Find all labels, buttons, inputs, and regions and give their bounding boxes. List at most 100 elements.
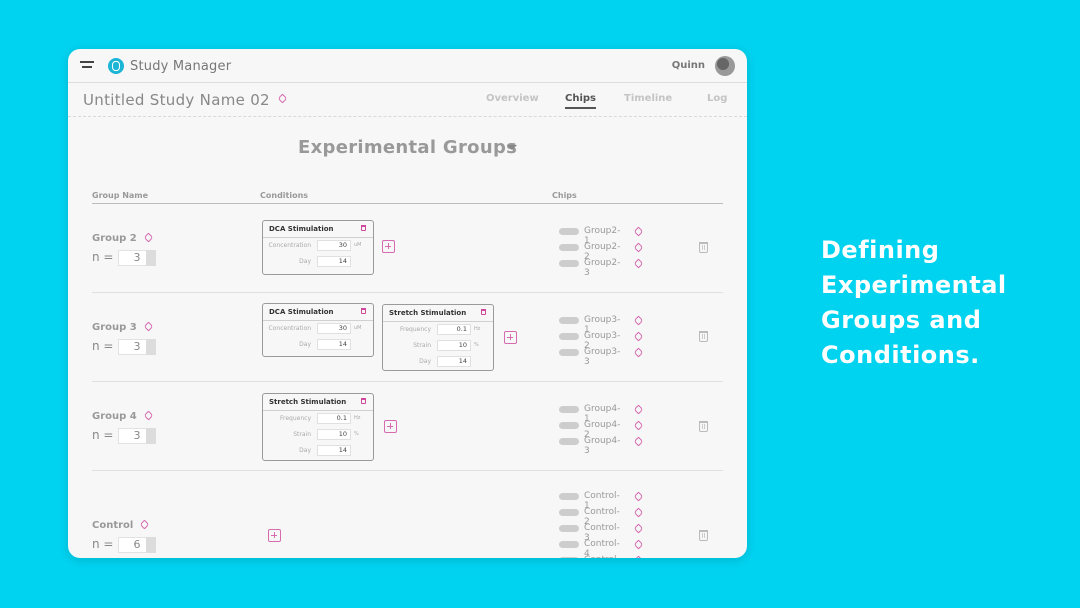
field-input[interactable]: 30 xyxy=(317,240,351,251)
field-label: Concentration xyxy=(268,242,311,249)
stepper-handle[interactable] xyxy=(146,537,156,553)
condition-title: DCA Stimulation xyxy=(269,308,334,316)
chip-icon xyxy=(559,493,579,500)
n-stepper[interactable]: 3 xyxy=(118,339,156,355)
field-input[interactable]: 14 xyxy=(317,445,351,456)
tab-chips[interactable]: Chips xyxy=(565,93,596,109)
edit-chip-icon[interactable] xyxy=(633,331,644,342)
chip-name: Group2-3 xyxy=(584,258,621,278)
tab-overview[interactable]: Overview xyxy=(486,93,539,107)
condition-card: Stretch Stimulation Frequency 0.1 Hz Strai… xyxy=(262,393,374,461)
edit-chip-icon[interactable] xyxy=(633,347,644,358)
section-title[interactable]: Experimental Groups xyxy=(298,137,517,158)
edit-chip-icon[interactable] xyxy=(633,555,644,558)
chevron-down-icon[interactable] xyxy=(507,145,517,150)
field-input[interactable]: 14 xyxy=(437,356,471,367)
delete-group-icon[interactable] xyxy=(699,421,708,432)
field-label: Concentration xyxy=(268,325,311,332)
field-label: Day xyxy=(299,447,311,454)
field-label: Frequency xyxy=(280,415,311,422)
field-unit: Hz xyxy=(354,415,361,421)
edit-group-name-icon[interactable] xyxy=(139,519,150,530)
edit-group-name-icon[interactable] xyxy=(143,321,154,332)
app-window: Study Manager Quinn Untitled Study Name … xyxy=(68,49,747,558)
chip-icon xyxy=(559,541,579,548)
edit-study-name-icon[interactable] xyxy=(277,93,288,104)
edit-chip-icon[interactable] xyxy=(633,491,644,502)
n-label: n = xyxy=(92,339,114,353)
field-input[interactable]: 0.1 xyxy=(317,413,351,424)
add-condition-icon[interactable] xyxy=(504,331,517,344)
delete-group-icon[interactable] xyxy=(699,331,708,342)
edit-chip-icon[interactable] xyxy=(633,436,644,447)
edit-chip-icon[interactable] xyxy=(633,507,644,518)
delete-group-icon[interactable] xyxy=(699,530,708,541)
chip-icon xyxy=(559,349,579,356)
chip-icon xyxy=(559,557,579,558)
group-name-label: Group 2 xyxy=(92,233,137,244)
n-label: n = xyxy=(92,250,114,264)
field-input[interactable]: 0.1 xyxy=(437,324,471,335)
field-label: Strain xyxy=(293,431,311,438)
group-row: Group 2 n = 3 DCA Stimulation Concentrat… xyxy=(92,204,723,293)
chip-icon xyxy=(559,333,579,340)
condition-title: Stretch Stimulation xyxy=(269,398,347,406)
condition-title: DCA Stimulation xyxy=(269,225,334,233)
n-label: n = xyxy=(92,537,114,551)
delete-group-icon[interactable] xyxy=(699,242,708,253)
n-stepper[interactable]: 3 xyxy=(118,250,156,266)
chip-name: Group4-3 xyxy=(584,436,621,456)
tab-timeline[interactable]: Timeline xyxy=(624,93,672,107)
add-condition-icon[interactable] xyxy=(382,240,395,253)
stepper-handle[interactable] xyxy=(146,250,156,266)
group-name-label: Group 4 xyxy=(92,411,137,422)
edit-group-name-icon[interactable] xyxy=(143,232,154,243)
edit-group-name-icon[interactable] xyxy=(143,410,154,421)
delete-condition-icon[interactable] xyxy=(361,398,366,404)
edit-chip-icon[interactable] xyxy=(633,315,644,326)
delete-condition-icon[interactable] xyxy=(361,225,366,231)
avatar[interactable] xyxy=(715,56,735,76)
edit-chip-icon[interactable] xyxy=(633,420,644,431)
field-input[interactable]: 14 xyxy=(317,256,351,267)
add-condition-icon[interactable] xyxy=(268,529,281,542)
stepper-handle[interactable] xyxy=(146,428,156,444)
n-stepper[interactable]: 6 xyxy=(118,537,156,553)
edit-chip-icon[interactable] xyxy=(633,226,644,237)
condition-card: Stretch Stimulation Frequency 0.1 Hz Strai… xyxy=(382,304,494,371)
field-label: Day xyxy=(299,258,311,265)
add-condition-icon[interactable] xyxy=(384,420,397,433)
edit-chip-icon[interactable] xyxy=(633,258,644,269)
edit-chip-icon[interactable] xyxy=(633,404,644,415)
chip-icon xyxy=(559,438,579,445)
delete-condition-icon[interactable] xyxy=(481,309,486,315)
field-input[interactable]: 30 xyxy=(317,323,351,334)
field-input[interactable]: 10 xyxy=(437,340,471,351)
field-unit: uM xyxy=(354,325,362,331)
edit-chip-icon[interactable] xyxy=(633,242,644,253)
n-label: n = xyxy=(92,428,114,442)
chip-icon xyxy=(559,509,579,516)
menu-icon[interactable] xyxy=(80,61,94,71)
condition-card: DCA Stimulation Concentration 30 uM Day 14 xyxy=(262,220,374,275)
top-bar: Study Manager Quinn xyxy=(68,49,747,83)
field-label: Day xyxy=(299,341,311,348)
column-headers: Group Name Conditions Chips xyxy=(92,191,723,204)
field-unit: % xyxy=(354,431,359,437)
field-unit: Hz xyxy=(474,326,481,332)
group-name: Group 2 xyxy=(92,232,154,244)
field-input[interactable]: 14 xyxy=(317,339,351,350)
n-stepper[interactable]: 3 xyxy=(118,428,156,444)
delete-condition-icon[interactable] xyxy=(361,308,366,314)
field-input[interactable]: 10 xyxy=(317,429,351,440)
chip-icon xyxy=(559,260,579,267)
stepper-handle[interactable] xyxy=(146,339,156,355)
group-name: Control xyxy=(92,519,150,531)
field-unit: uM xyxy=(354,242,362,248)
app-title: Study Manager xyxy=(130,59,232,74)
user-name[interactable]: Quinn xyxy=(672,60,705,71)
edit-chip-icon[interactable] xyxy=(633,539,644,550)
edit-chip-icon[interactable] xyxy=(633,523,644,534)
field-label: Strain xyxy=(413,342,431,349)
tab-log[interactable]: Log xyxy=(707,93,727,107)
